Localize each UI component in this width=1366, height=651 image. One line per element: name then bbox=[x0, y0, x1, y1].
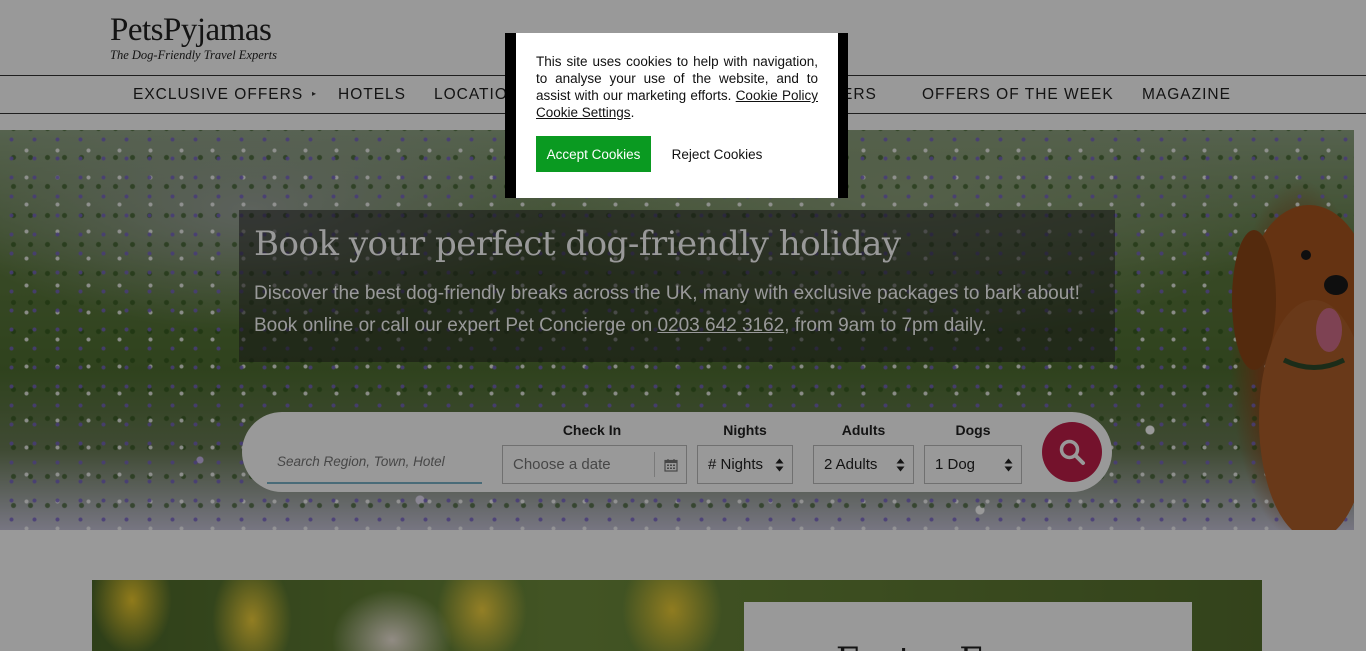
cookie-message-period: . bbox=[630, 105, 635, 120]
accept-cookies-button[interactable]: Accept Cookies bbox=[536, 136, 651, 172]
cookie-consent-panel: This site uses cookies to help with navi… bbox=[516, 33, 838, 198]
cookie-policy-link[interactable]: Cookie Policy bbox=[736, 88, 818, 103]
cookie-settings-link[interactable]: Cookie Settings bbox=[536, 105, 631, 120]
cookie-consent-modal: This site uses cookies to help with navi… bbox=[505, 33, 848, 198]
cookie-message: This site uses cookies to help with navi… bbox=[536, 53, 818, 121]
reject-cookies-button[interactable]: Reject Cookies bbox=[661, 136, 773, 172]
